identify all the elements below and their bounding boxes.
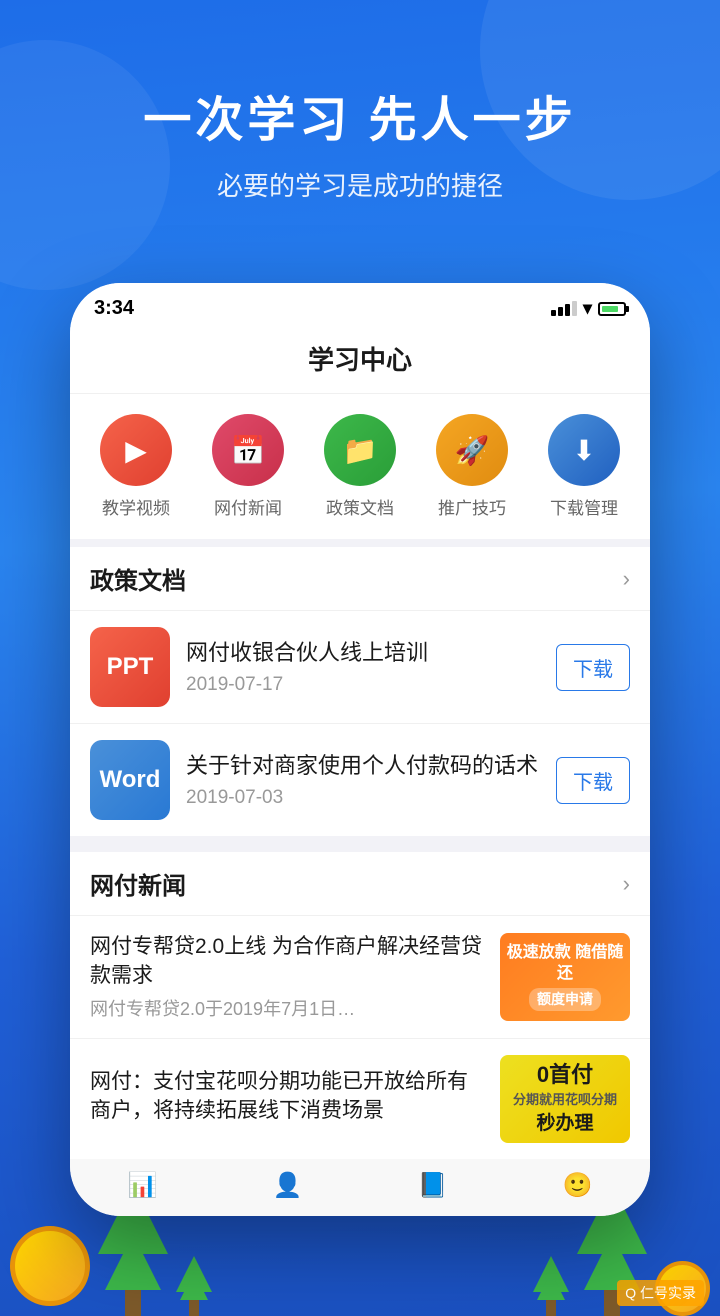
tab-home[interactable]: 📊	[128, 1171, 158, 1200]
watermark: Q 仁号实录	[617, 1280, 704, 1306]
hero-section: 一次学习 先人一步 必要的学习是成功的捷径	[0, 0, 720, 243]
news-section-header: 网付新闻 ›	[70, 844, 650, 915]
wifi-icon: ▾	[583, 298, 592, 319]
teach-video-label: 教学视频	[102, 494, 170, 519]
hero-subtitle: 必要的学习是成功的捷径	[40, 166, 680, 203]
word-icon: Word	[90, 740, 170, 820]
tab-home-icon: 📊	[128, 1171, 158, 1200]
tab-person[interactable]: 🙂	[563, 1171, 593, 1200]
news-item-2[interactable]: 网付：支付宝花呗分期功能已开放给所有商户，将持续拓展线下消费场景 0首付 分期就…	[70, 1038, 650, 1159]
doc-title-word: 关于针对商家使用个人付款码的话术	[186, 751, 540, 782]
doc-info-ppt: 网付收银合伙人线上培训 2019-07-17	[186, 638, 540, 697]
status-time: 3:34	[94, 297, 134, 320]
tab-user[interactable]: 👤	[273, 1171, 303, 1200]
news-item-1[interactable]: 网付专帮贷2.0上线 为合作商户解决经营贷款需求 网付专帮贷2.0于2019年7…	[70, 915, 650, 1038]
news-section-title: 网付新闻	[90, 866, 186, 901]
policy-label: 政策文档	[326, 494, 394, 519]
phone-mockup-wrapper: 3:34 ▾ 学习中心	[0, 283, 720, 1216]
status-bar: 3:34 ▾	[70, 283, 650, 328]
icon-item-download[interactable]: ⬇ 下载管理	[548, 414, 620, 519]
policy-section-arrow[interactable]: ›	[623, 566, 630, 592]
tree-right-small	[533, 1256, 569, 1316]
doc-title-ppt: 网付收银合伙人线上培训	[186, 638, 540, 669]
download-mgmt-label: 下载管理	[550, 494, 618, 519]
policy-section-header: 政策文档 ›	[70, 539, 650, 610]
news-thumb-2: 0首付 分期就用花呗分期 秒办理	[500, 1055, 630, 1143]
icon-item-policy[interactable]: 📁 政策文档	[324, 414, 396, 519]
news-text-2: 网付：支付宝花呗分期功能已开放给所有商户，将持续拓展线下消费场景	[90, 1067, 484, 1132]
phone-mockup: 3:34 ▾ 学习中心	[70, 283, 650, 1216]
news-title-1: 网付专帮贷2.0上线 为合作商户解决经营贷款需求	[90, 932, 484, 991]
icon-item-tips[interactable]: 🚀 推广技巧	[436, 414, 508, 519]
news-desc-1: 网付专帮贷2.0于2019年7月1日…	[90, 997, 484, 1022]
news-text-1: 网付专帮贷2.0上线 为合作商户解决经营贷款需求 网付专帮贷2.0于2019年7…	[90, 932, 484, 1022]
tips-label: 推广技巧	[438, 494, 506, 519]
page-root: 一次学习 先人一步 必要的学习是成功的捷径 3:34 ▾	[0, 0, 720, 1316]
tab-user-icon: 👤	[273, 1171, 303, 1200]
policy-doc-list: PPT 网付收银合伙人线上培训 2019-07-17 下载 Word 关于针对商…	[70, 610, 650, 836]
battery-icon	[598, 302, 626, 316]
news-title-2: 网付：支付宝花呗分期功能已开放给所有商户，将持续拓展线下消费场景	[90, 1067, 484, 1126]
coin-left	[10, 1226, 90, 1306]
tab-book-icon: 📘	[418, 1171, 448, 1200]
teach-video-icon: ▶	[100, 414, 172, 486]
tree-left-small	[176, 1256, 212, 1316]
news-thumb-1: 极速放款 随借随还额度申请	[500, 933, 630, 1021]
news-icon: 📅	[212, 414, 284, 486]
tips-icon: 🚀	[436, 414, 508, 486]
policy-section-title: 政策文档	[90, 561, 186, 596]
download-btn-word[interactable]: 下载	[556, 757, 630, 804]
news-label: 网付新闻	[214, 494, 282, 519]
download-btn-ppt[interactable]: 下载	[556, 644, 630, 691]
status-right: ▾	[551, 298, 626, 319]
app-title: 学习中心	[308, 345, 412, 375]
doc-item-ppt[interactable]: PPT 网付收银合伙人线上培训 2019-07-17 下载	[70, 610, 650, 723]
hero-title: 一次学习 先人一步	[40, 80, 680, 150]
download-mgmt-icon: ⬇	[548, 414, 620, 486]
news-section-arrow[interactable]: ›	[623, 871, 630, 897]
tab-book[interactable]: 📘	[418, 1171, 448, 1200]
policy-icon: 📁	[324, 414, 396, 486]
doc-item-word[interactable]: Word 关于针对商家使用个人付款码的话术 2019-07-03 下载	[70, 723, 650, 836]
doc-date-ppt: 2019-07-17	[186, 674, 540, 696]
bottom-section	[0, 1216, 720, 1316]
icon-item-teach-video[interactable]: ▶ 教学视频	[100, 414, 172, 519]
news-section: 网付新闻 › 网付专帮贷2.0上线 为合作商户解决经营贷款需求 网付专帮贷2.0…	[70, 836, 650, 1159]
icon-grid: ▶ 教学视频 📅 网付新闻 📁 政策文档 🚀 推广技巧 ⬇ 下载管理	[70, 394, 650, 539]
doc-date-word: 2019-07-03	[186, 787, 540, 809]
icon-item-news[interactable]: 📅 网付新闻	[212, 414, 284, 519]
ppt-icon: PPT	[90, 627, 170, 707]
tab-person-icon: 🙂	[563, 1171, 593, 1200]
doc-info-word: 关于针对商家使用个人付款码的话术 2019-07-03	[186, 751, 540, 810]
signal-icon	[551, 301, 577, 316]
app-header: 学习中心	[70, 328, 650, 394]
bottom-tab-bar: 📊 👤 📘 🙂	[70, 1159, 650, 1216]
